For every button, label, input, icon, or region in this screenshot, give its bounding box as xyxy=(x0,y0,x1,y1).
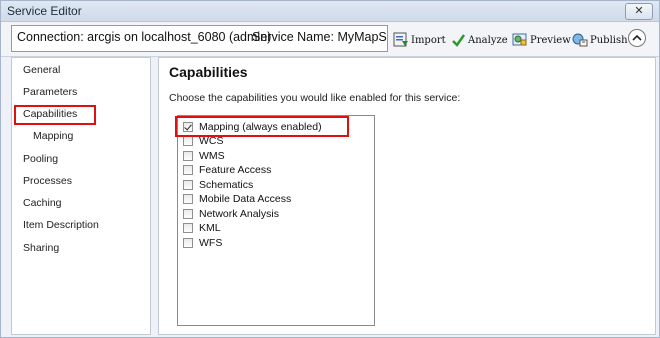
capability-label: Network Analysis xyxy=(199,207,279,220)
capability-feature-access[interactable]: Feature Access xyxy=(183,164,271,177)
checkbox[interactable] xyxy=(183,150,193,161)
preview-icon xyxy=(512,33,527,46)
service-editor-window: Service Editor ✕ Connection: arcgis on l… xyxy=(0,0,660,338)
capability-label: WFS xyxy=(199,236,223,249)
capabilities-description: Choose the capabilities you would like e… xyxy=(169,92,461,104)
window-title: Service Editor xyxy=(7,4,82,18)
nav-item-mapping[interactable]: Mapping xyxy=(33,130,73,142)
analyze-label: Analyze xyxy=(468,34,508,46)
preview-label: Preview xyxy=(530,34,571,46)
preview-button[interactable]: Preview xyxy=(512,31,571,49)
connection-info-box: Connection: arcgis on localhost_6080 (ad… xyxy=(11,25,388,52)
service-name-text: Service Name: MyMapSe... xyxy=(252,30,387,44)
title-bar: Service Editor ✕ xyxy=(1,1,659,22)
capabilities-list: Mapping (always enabled) WCS WMS Feature… xyxy=(177,115,375,326)
capability-label: KML xyxy=(199,222,221,234)
checkbox[interactable] xyxy=(183,208,193,219)
checkbox[interactable] xyxy=(183,237,193,248)
checkmark-icon xyxy=(452,33,466,47)
publish-icon xyxy=(572,33,588,47)
capability-kml[interactable]: KML xyxy=(183,222,221,235)
checkbox[interactable] xyxy=(183,194,193,204)
capability-label: Feature Access xyxy=(199,164,272,176)
capability-mobile-data-access[interactable]: Mobile Data Access xyxy=(183,193,291,206)
close-button[interactable]: ✕ xyxy=(625,3,653,20)
analyze-button[interactable]: Analyze xyxy=(451,31,508,49)
capability-schematics[interactable]: Schematics xyxy=(183,178,253,191)
import-button[interactable]: Import xyxy=(393,31,446,49)
import-icon xyxy=(393,32,408,47)
collapse-button[interactable] xyxy=(628,29,646,47)
nav-item-sharing[interactable]: Sharing xyxy=(23,242,59,254)
nav-item-general[interactable]: General xyxy=(23,64,60,76)
checkbox[interactable] xyxy=(183,179,193,190)
publish-button[interactable]: Publish xyxy=(572,31,628,49)
capability-wms[interactable]: WMS xyxy=(183,149,225,162)
publish-label: Publish xyxy=(590,34,628,46)
connection-text: Connection: arcgis on localhost_6080 (ad… xyxy=(17,30,272,44)
mapping-highlight-box xyxy=(175,116,349,137)
checkbox[interactable] xyxy=(183,165,193,175)
capabilities-title: Capabilities xyxy=(169,64,248,80)
capabilities-panel: Capabilities Choose the capabilities you… xyxy=(158,57,656,335)
capability-network-analysis[interactable]: Network Analysis xyxy=(183,207,279,220)
nav-item-pooling[interactable]: Pooling xyxy=(23,153,58,165)
capability-label: Schematics xyxy=(199,178,254,191)
capabilities-highlight-box xyxy=(14,105,96,125)
capability-label: WMS xyxy=(199,149,225,162)
toolbar: Connection: arcgis on localhost_6080 (ad… xyxy=(1,22,659,57)
capability-wfs[interactable]: WFS xyxy=(183,236,222,249)
chevron-up-icon xyxy=(632,34,642,41)
import-label: Import xyxy=(411,34,446,46)
nav-item-parameters[interactable]: Parameters xyxy=(23,86,77,98)
nav-item-item-description[interactable]: Item Description xyxy=(23,219,99,231)
capability-label: Mobile Data Access xyxy=(199,193,292,205)
checkbox[interactable] xyxy=(183,136,193,146)
settings-nav-panel: General Parameters Capabilities Mapping … xyxy=(11,57,151,335)
nav-item-processes[interactable]: Processes xyxy=(23,175,72,187)
nav-item-caching[interactable]: Caching xyxy=(23,197,62,209)
checkbox[interactable] xyxy=(183,223,193,233)
